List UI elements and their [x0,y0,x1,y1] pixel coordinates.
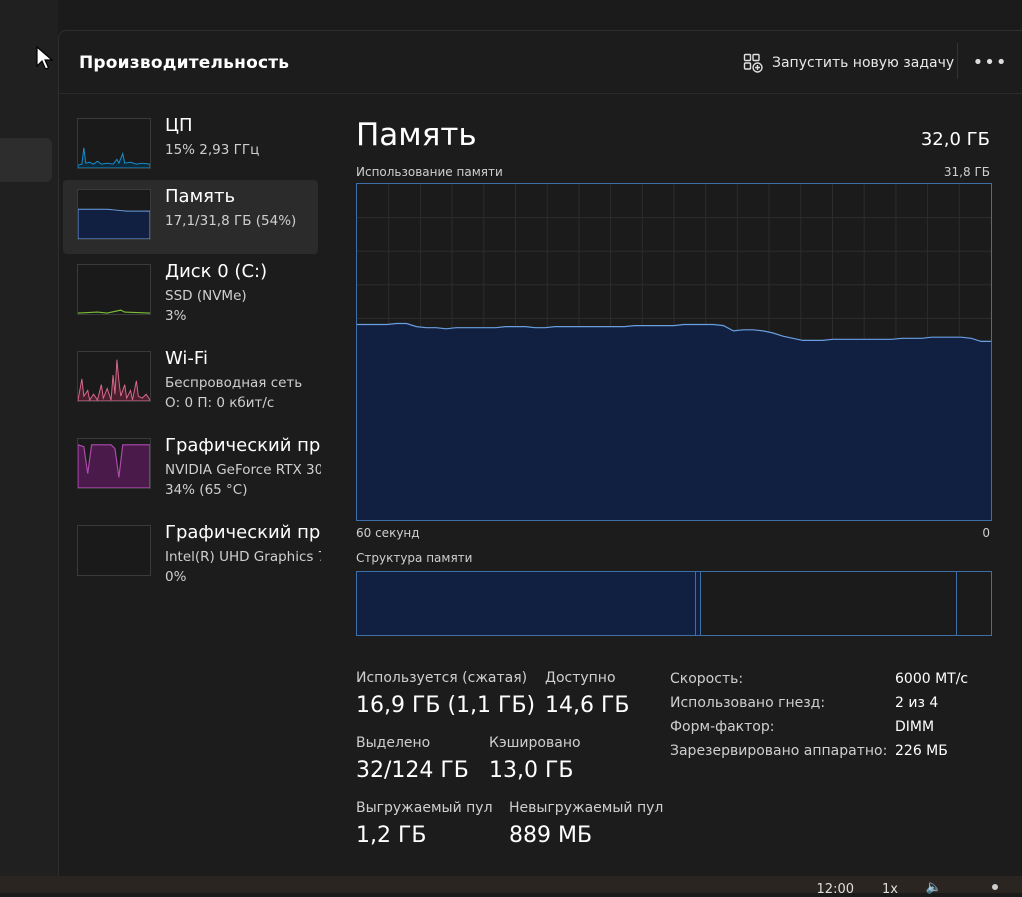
sidebar-item-gpu-0[interactable]: Графический процессор 0 NVIDIA GeForce R… [63,429,321,503]
structure-segment-in-use [357,572,696,635]
available-label: Доступно [545,670,616,686]
memory-heading: Память [356,117,477,153]
new-task-icon [743,53,763,73]
paged-pool-value: 1,2 ГБ [356,823,427,848]
slots-used-value: 2 из 4 [895,695,939,711]
background-window-item [0,138,52,182]
gpu0-model: NVIDIA GeForce RTX 3050 [165,462,321,478]
slots-used-label: Использовано гнезд: [670,695,826,711]
mouse-cursor-icon [36,46,54,70]
memory-structure-label: Структура памяти [356,551,473,565]
cpu-thumbnail-graph [77,118,151,169]
sidebar-item-gpu-1[interactable]: Графический процессор 1 Intel(R) UHD Gra… [63,516,321,590]
memory-usage-area [357,323,991,520]
gpu0-title: Графический процессор 0 [165,435,321,456]
available-value: 14,6 ГБ [545,693,630,718]
nonpaged-pool-value: 889 МБ [509,823,593,848]
header-divider [957,43,958,79]
sidebar-item-wifi[interactable]: Wi-Fi Беспроводная сеть О: 0 П: 0 кбит/с [63,342,318,416]
taskbar: 12:00 1x 🔈 [0,876,1022,897]
sidebar-item-cpu[interactable]: ЦП 15% 2,93 ГГц [63,109,318,183]
resource-list: ЦП 15% 2,93 ГГц Память 17,1/31,8 ГБ (54%… [59,93,321,877]
cached-value: 13,0 ГБ [489,758,574,783]
cpu-title: ЦП [165,115,193,136]
gpu1-model: Intel(R) UHD Graphics 770 [165,549,321,565]
gpu0-usage: 34% (65 °C) [165,482,248,498]
memory-structure-bar [356,571,992,636]
taskbar-indicator[interactable]: 1x [882,882,898,897]
memory-usage-graph-label: Использование памяти [356,165,503,179]
cpu-usage: 15% 2,93 ГГц [165,142,260,158]
graph-time-left-label: 60 секунд [356,526,420,540]
in-use-label: Используется (сжатая) [356,670,528,686]
memory-thumbnail-graph [77,189,151,240]
in-use-value: 16,9 ГБ (1,1 ГБ) [356,693,536,718]
gpu1-thumbnail-graph [77,525,151,576]
nonpaged-pool-label: Невыгружаемый пул [509,800,664,816]
hardware-reserved-label: Зарезервировано аппаратно: [670,743,888,759]
memory-total: 32,0 ГБ [920,129,990,150]
structure-segment-free [957,572,991,635]
gpu1-usage: 0% [165,569,187,585]
wifi-title: Wi-Fi [165,348,208,369]
taskbar-clock[interactable]: 12:00 [817,882,854,897]
graph-time-right-label: 0 [982,526,990,540]
committed-label: Выделено [356,735,431,751]
paged-pool-label: Выгружаемый пул [356,800,493,816]
disk-type: SSD (NVMe) [165,288,247,304]
disk-title: Диск 0 (C:) [165,261,268,282]
gpu0-thumbnail-graph [77,438,151,489]
disk-thumbnail-graph [77,264,151,315]
notification-dot-icon[interactable] [992,884,998,890]
memory-title: Память [165,186,236,207]
memory-graph-max: 31,8 ГБ [943,165,990,179]
task-manager-window: Производительность Запустить новую задач… [58,30,1022,876]
structure-segment-standby [701,572,957,635]
memory-usage: 17,1/31,8 ГБ (54%) [165,213,297,229]
memory-usage-graph [356,183,992,521]
disk-usage: 3% [165,308,187,324]
form-factor-label: Форм-фактор: [670,719,775,735]
memory-details-panel: Память 32,0 ГБ Использование памяти 31,8… [356,93,992,873]
wifi-thumbnail-graph [77,351,151,402]
speed-label: Скорость: [670,671,744,687]
more-options-button[interactable]: ••• [973,49,1007,75]
sidebar-item-memory[interactable]: Память 17,1/31,8 ГБ (54%) [63,180,318,254]
run-new-task-button[interactable]: Запустить новую задачу [743,51,954,75]
speed-value: 6000 МТ/с [895,671,969,687]
wifi-throughput: О: 0 П: 0 кбит/с [165,395,275,411]
title-bar: Производительность Запустить новую задач… [59,31,1022,94]
gpu1-title: Графический процессор 1 [165,522,321,543]
form-factor-value: DIMM [895,719,935,735]
wifi-type: Беспроводная сеть [165,375,303,391]
background-window [0,0,58,893]
hardware-reserved-value: 226 МБ [895,743,948,759]
sidebar-item-disk[interactable]: Диск 0 (C:) SSD (NVMe) 3% [63,255,318,329]
cached-label: Кэшировано [489,735,581,751]
run-new-task-label: Запустить новую задачу [772,55,955,71]
page-title: Производительность [79,53,290,73]
committed-value: 32/124 ГБ [356,758,469,783]
